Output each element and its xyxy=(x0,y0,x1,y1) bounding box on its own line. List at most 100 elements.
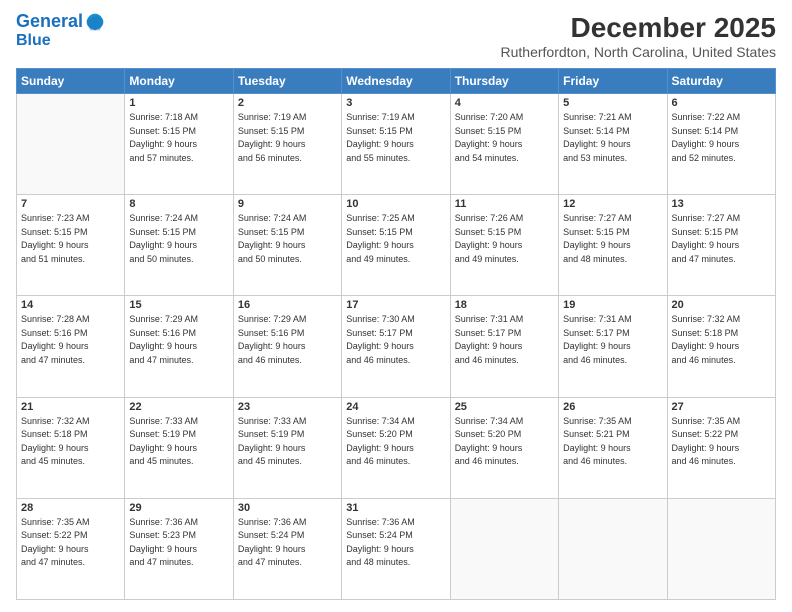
day-info: Sunrise: 7:31 AM Sunset: 5:17 PM Dayligh… xyxy=(563,313,662,367)
day-number: 12 xyxy=(563,198,662,210)
day-number: 2 xyxy=(238,97,337,109)
calendar-cell: 7 Sunrise: 7:23 AM Sunset: 5:15 PM Daylig… xyxy=(17,195,125,296)
day-number: 17 xyxy=(346,299,445,311)
day-number: 20 xyxy=(672,299,771,311)
calendar-cell: 18Sunrise: 7:31 AM Sunset: 5:17 PM Dayli… xyxy=(450,296,558,397)
calendar-cell: 29 Sunrise: 7:36 AM Sunset: 5:23 PM Dayli… xyxy=(125,498,233,599)
weekday-header-saturday: Saturday xyxy=(667,69,775,94)
day-number: 3 xyxy=(346,97,445,109)
week-row-4: 28 Sunrise: 7:35 AM Sunset: 5:22 PM Dayli… xyxy=(17,498,776,599)
day-info: Sunrise: 7:28 AM Sunset: 5:16 PM Dayligh… xyxy=(21,313,120,367)
day-info: Sunrise: 7:23 AM Sunset: 5:15 PM Dayligh… xyxy=(21,212,120,266)
day-number: 26 xyxy=(563,401,662,413)
header: General Blue December 2025 Rutherfordton… xyxy=(16,12,776,60)
day-number: 13 xyxy=(672,198,771,210)
day-info: Sunrise: 7:35 AM Sunset: 5:22 PM Dayligh… xyxy=(672,415,771,469)
day-info: Sunrise: 7:35 AM Sunset: 5:22 PM Dayligh… xyxy=(21,516,120,570)
day-number: 9 xyxy=(238,198,337,210)
day-info: Sunrise: 7:19 AM Sunset: 5:15 PM Dayligh… xyxy=(238,111,337,165)
week-row-3: 21 Sunrise: 7:32 AM Sunset: 5:18 PM Dayli… xyxy=(17,397,776,498)
calendar-cell: 19 Sunrise: 7:31 AM Sunset: 5:17 PM Dayli… xyxy=(559,296,667,397)
day-number: 30 xyxy=(238,502,337,514)
calendar-cell: 26 Sunrise: 7:35 AM Sunset: 5:21 PM Dayli… xyxy=(559,397,667,498)
day-number: 31 xyxy=(346,502,445,514)
day-number: 29 xyxy=(129,502,228,514)
calendar-cell: 5Sunrise: 7:21 AM Sunset: 5:14 PM Daylig… xyxy=(559,94,667,195)
calendar-cell: 28 Sunrise: 7:35 AM Sunset: 5:22 PM Dayli… xyxy=(17,498,125,599)
day-number: 21 xyxy=(21,401,120,413)
day-info: Sunrise: 7:36 AM Sunset: 5:24 PM Dayligh… xyxy=(238,516,337,570)
day-info: Sunrise: 7:25 AM Sunset: 5:15 PM Dayligh… xyxy=(346,212,445,266)
calendar-cell: 6 Sunrise: 7:22 AM Sunset: 5:14 PM Daylig… xyxy=(667,94,775,195)
day-info: Sunrise: 7:19 AM Sunset: 5:15 PM Dayligh… xyxy=(346,111,445,165)
day-number: 4 xyxy=(455,97,554,109)
day-number: 23 xyxy=(238,401,337,413)
day-info: Sunrise: 7:36 AM Sunset: 5:23 PM Dayligh… xyxy=(129,516,228,570)
calendar-cell: 4Sunrise: 7:20 AM Sunset: 5:15 PM Daylig… xyxy=(450,94,558,195)
calendar-cell: 12 Sunrise: 7:27 AM Sunset: 5:15 PM Dayli… xyxy=(559,195,667,296)
day-info: Sunrise: 7:32 AM Sunset: 5:18 PM Dayligh… xyxy=(21,415,120,469)
day-info: Sunrise: 7:33 AM Sunset: 5:19 PM Dayligh… xyxy=(238,415,337,469)
day-number: 6 xyxy=(672,97,771,109)
day-info: Sunrise: 7:27 AM Sunset: 5:15 PM Dayligh… xyxy=(563,212,662,266)
day-number: 10 xyxy=(346,198,445,210)
week-row-2: 14 Sunrise: 7:28 AM Sunset: 5:16 PM Dayli… xyxy=(17,296,776,397)
calendar-cell xyxy=(450,498,558,599)
day-number: 8 xyxy=(129,198,228,210)
day-info: Sunrise: 7:36 AM Sunset: 5:24 PM Dayligh… xyxy=(346,516,445,570)
day-number: 16 xyxy=(238,299,337,311)
logo-icon xyxy=(85,12,105,32)
day-number: 25 xyxy=(455,401,554,413)
calendar-cell: 17Sunrise: 7:30 AM Sunset: 5:17 PM Dayli… xyxy=(342,296,450,397)
calendar-cell: 27 Sunrise: 7:35 AM Sunset: 5:22 PM Dayli… xyxy=(667,397,775,498)
day-info: Sunrise: 7:31 AM Sunset: 5:17 PM Dayligh… xyxy=(455,313,554,367)
logo-blue-text: Blue xyxy=(16,32,51,50)
day-number: 7 xyxy=(21,198,120,210)
calendar-cell xyxy=(17,94,125,195)
calendar-cell: 11Sunrise: 7:26 AM Sunset: 5:15 PM Dayli… xyxy=(450,195,558,296)
weekday-header-row: SundayMondayTuesdayWednesdayThursdayFrid… xyxy=(17,69,776,94)
day-number: 27 xyxy=(672,401,771,413)
weekday-header-tuesday: Tuesday xyxy=(233,69,341,94)
calendar-cell: 22 Sunrise: 7:33 AM Sunset: 5:19 PM Dayli… xyxy=(125,397,233,498)
day-number: 15 xyxy=(129,299,228,311)
day-number: 28 xyxy=(21,502,120,514)
calendar-cell: 30 Sunrise: 7:36 AM Sunset: 5:24 PM Dayli… xyxy=(233,498,341,599)
day-info: Sunrise: 7:24 AM Sunset: 5:15 PM Dayligh… xyxy=(129,212,228,266)
calendar-cell: 25Sunrise: 7:34 AM Sunset: 5:20 PM Dayli… xyxy=(450,397,558,498)
week-row-1: 7 Sunrise: 7:23 AM Sunset: 5:15 PM Daylig… xyxy=(17,195,776,296)
weekday-header-friday: Friday xyxy=(559,69,667,94)
calendar-cell: 21 Sunrise: 7:32 AM Sunset: 5:18 PM Dayli… xyxy=(17,397,125,498)
page: General Blue December 2025 Rutherfordton… xyxy=(0,0,792,612)
calendar-cell: 23 Sunrise: 7:33 AM Sunset: 5:19 PM Dayli… xyxy=(233,397,341,498)
calendar-cell: 31 Sunrise: 7:36 AM Sunset: 5:24 PM Dayli… xyxy=(342,498,450,599)
weekday-header-monday: Monday xyxy=(125,69,233,94)
day-info: Sunrise: 7:29 AM Sunset: 5:16 PM Dayligh… xyxy=(129,313,228,367)
calendar-cell: 10 Sunrise: 7:25 AM Sunset: 5:15 PM Dayli… xyxy=(342,195,450,296)
day-info: Sunrise: 7:33 AM Sunset: 5:19 PM Dayligh… xyxy=(129,415,228,469)
day-number: 5 xyxy=(563,97,662,109)
day-number: 1 xyxy=(129,97,228,109)
weekday-header-sunday: Sunday xyxy=(17,69,125,94)
calendar-cell: 16 Sunrise: 7:29 AM Sunset: 5:16 PM Dayli… xyxy=(233,296,341,397)
calendar-cell: 15 Sunrise: 7:29 AM Sunset: 5:16 PM Dayli… xyxy=(125,296,233,397)
logo-text: General xyxy=(16,12,83,32)
calendar-cell: 1 Sunrise: 7:18 AM Sunset: 5:15 PM Daylig… xyxy=(125,94,233,195)
day-info: Sunrise: 7:32 AM Sunset: 5:18 PM Dayligh… xyxy=(672,313,771,367)
week-row-0: 1 Sunrise: 7:18 AM Sunset: 5:15 PM Daylig… xyxy=(17,94,776,195)
day-number: 14 xyxy=(21,299,120,311)
weekday-header-thursday: Thursday xyxy=(450,69,558,94)
calendar-cell: 14 Sunrise: 7:28 AM Sunset: 5:16 PM Dayli… xyxy=(17,296,125,397)
day-info: Sunrise: 7:22 AM Sunset: 5:14 PM Dayligh… xyxy=(672,111,771,165)
location: Rutherfordton, North Carolina, United St… xyxy=(501,44,776,60)
day-info: Sunrise: 7:35 AM Sunset: 5:21 PM Dayligh… xyxy=(563,415,662,469)
day-info: Sunrise: 7:18 AM Sunset: 5:15 PM Dayligh… xyxy=(129,111,228,165)
calendar-cell: 2 Sunrise: 7:19 AM Sunset: 5:15 PM Daylig… xyxy=(233,94,341,195)
day-number: 19 xyxy=(563,299,662,311)
calendar-cell: 9Sunrise: 7:24 AM Sunset: 5:15 PM Daylig… xyxy=(233,195,341,296)
title-block: December 2025 Rutherfordton, North Carol… xyxy=(501,12,776,60)
day-info: Sunrise: 7:29 AM Sunset: 5:16 PM Dayligh… xyxy=(238,313,337,367)
day-number: 22 xyxy=(129,401,228,413)
logo: General Blue xyxy=(16,12,105,50)
day-info: Sunrise: 7:27 AM Sunset: 5:15 PM Dayligh… xyxy=(672,212,771,266)
